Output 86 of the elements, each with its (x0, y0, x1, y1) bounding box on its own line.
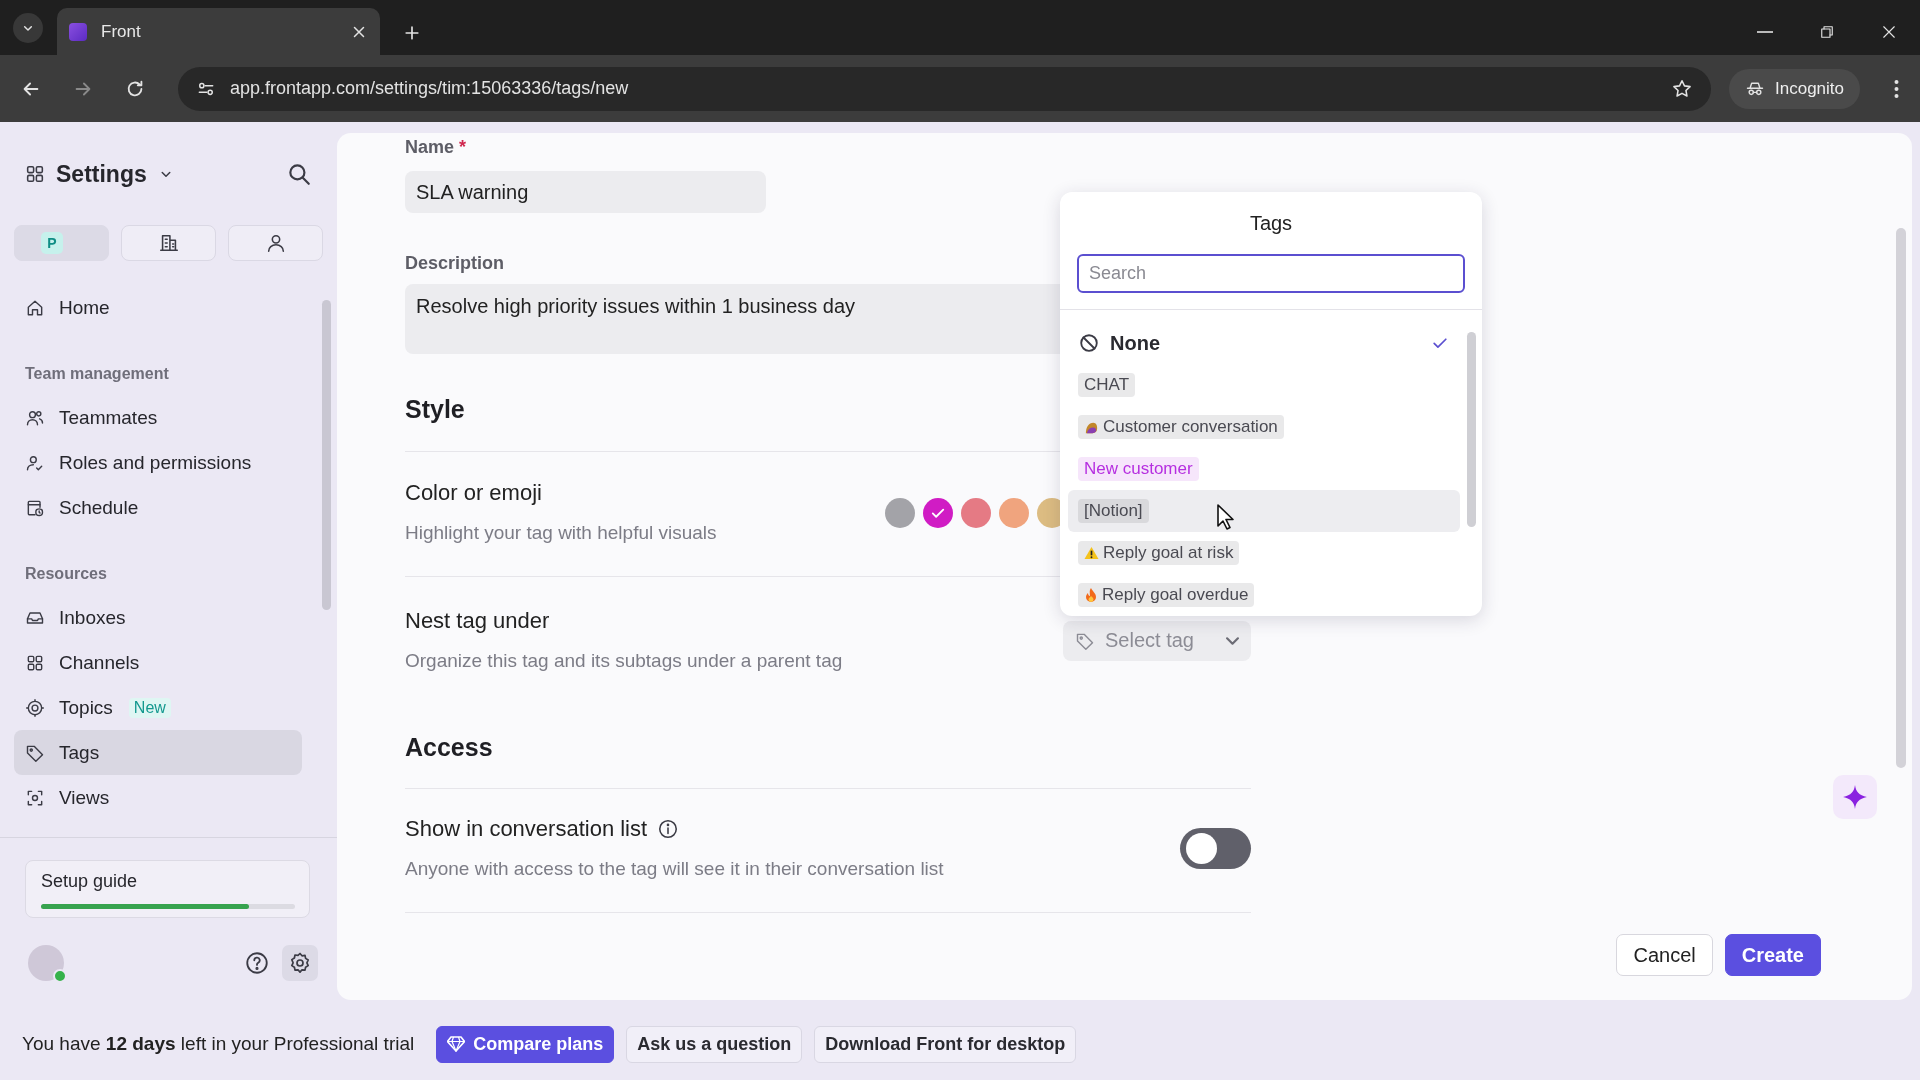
scrollbar[interactable] (322, 300, 331, 610)
tag-option[interactable]: Reply goal at risk (1068, 532, 1460, 574)
setting-description: Highlight your tag with helpful visuals (405, 521, 717, 545)
address-bar[interactable]: app.frontapp.com/settings/tim:15063336/tags/new (178, 66, 1711, 111)
sidebar-item[interactable]: Roles and permissions (14, 440, 302, 485)
link-button[interactable]: Download Front for desktop (814, 1025, 1077, 1063)
search-icon (286, 161, 312, 187)
star-icon (1671, 77, 1693, 100)
fire-icon (1084, 587, 1098, 603)
sidebar-item[interactable]: Inboxes (14, 595, 302, 640)
tag-chip: CHAT (1078, 373, 1135, 397)
create-button[interactable]: Create (1724, 934, 1821, 976)
app-logo-icon (69, 22, 87, 41)
new-badge: New (128, 697, 171, 718)
compare-plans-button[interactable]: Compare plans (436, 1025, 615, 1063)
sidebar-title[interactable]: Settings (56, 160, 147, 188)
workspace-badge: P (41, 232, 63, 254)
sparkle-icon (1842, 784, 1868, 810)
avatar[interactable] (28, 945, 64, 981)
sidebar-item[interactable]: Topics New (14, 685, 302, 730)
prohibited-icon (1078, 332, 1100, 354)
scrollbar[interactable] (1896, 228, 1906, 768)
trial-message: You have 12 days left in your Professional trial (22, 1033, 415, 1055)
required-mark: * (459, 137, 467, 157)
help-icon (244, 950, 270, 976)
settings-button[interactable] (282, 945, 318, 981)
tag-chip: Customer conversation (1078, 415, 1284, 439)
setting-title: Nest tag under (405, 608, 551, 634)
tag-chip: New customer (1078, 457, 1199, 481)
minimize-icon (1756, 31, 1774, 33)
diamond-icon (447, 1036, 466, 1052)
info-icon (657, 818, 680, 840)
ai-assistant-button[interactable] (1833, 775, 1877, 819)
link-button[interactable]: Ask us a question (626, 1025, 803, 1063)
gear-icon (288, 951, 312, 975)
building-icon (157, 232, 180, 254)
tag-chip: Reply goal at risk (1078, 541, 1240, 565)
setting-title: Color or emoji (405, 480, 543, 506)
target-icon (25, 697, 45, 718)
sidebar-item[interactable]: Channels (14, 640, 302, 685)
search-field[interactable]: Search (1077, 254, 1465, 293)
setting-description: Anyone with access to the tag will see it in their conversation list (405, 857, 944, 881)
setup-guide-card[interactable]: Setup guide (25, 860, 310, 918)
color-swatch[interactable] (999, 497, 1029, 528)
section-heading: Access (405, 732, 493, 762)
sidebar-item[interactable]: Home (14, 285, 302, 330)
apps-icon (24, 163, 46, 185)
cursor-icon (1216, 503, 1236, 531)
field-label: Description (405, 253, 505, 273)
close-icon (1880, 23, 1898, 41)
option-label: None (1110, 331, 1161, 355)
tag-option[interactable]: New customer (1068, 448, 1460, 490)
more-menu-icon (1894, 78, 1899, 99)
setup-guide-label: Setup guide (41, 871, 139, 892)
incognito-button[interactable]: Incognito (1729, 68, 1860, 109)
sidebar-item[interactable]: Tags (14, 730, 302, 775)
tag-option[interactable]: Customer conversation (1068, 406, 1460, 448)
warning-icon (1084, 546, 1099, 560)
color-swatch[interactable] (885, 497, 915, 528)
workspace-switch-button[interactable] (228, 225, 323, 261)
dropdown-title: Tags (1248, 211, 1294, 235)
tag-chip: [Notion] (1078, 499, 1149, 523)
sidebar-item[interactable]: Views (14, 775, 302, 820)
section-heading: Resources (24, 564, 108, 584)
sidebar-item[interactable]: Schedule (14, 485, 302, 530)
name-field[interactable]: SLA warning (405, 171, 766, 213)
tag-option[interactable]: CHAT (1068, 364, 1460, 406)
setting-description: Organize this tag and its subtags under a parent tag (405, 649, 843, 673)
sidebar-item[interactable]: Teammates (14, 395, 302, 440)
setting-title: Show in conversation list (405, 816, 648, 842)
toggle-switch[interactable] (1180, 828, 1251, 869)
tag-option[interactable]: Reply goal overdue (1068, 574, 1460, 616)
chevron-down-icon (1226, 636, 1239, 645)
restore-icon (1818, 23, 1836, 41)
section-heading: Team management (24, 364, 170, 384)
workspace-switch-button[interactable] (121, 225, 216, 261)
field-label: Name (405, 137, 455, 157)
cancel-button[interactable]: Cancel (1616, 934, 1713, 976)
color-swatch[interactable] (923, 497, 953, 528)
section-heading: Style (405, 394, 465, 424)
tag-option[interactable]: [Notion] (1068, 490, 1460, 532)
color-swatch[interactable] (961, 497, 991, 528)
tab-list-button[interactable] (13, 13, 43, 43)
scrollbar[interactable] (1467, 332, 1476, 527)
browser-tab[interactable]: Front (57, 8, 380, 55)
tag-chip: Reply goal overdue (1078, 583, 1255, 607)
